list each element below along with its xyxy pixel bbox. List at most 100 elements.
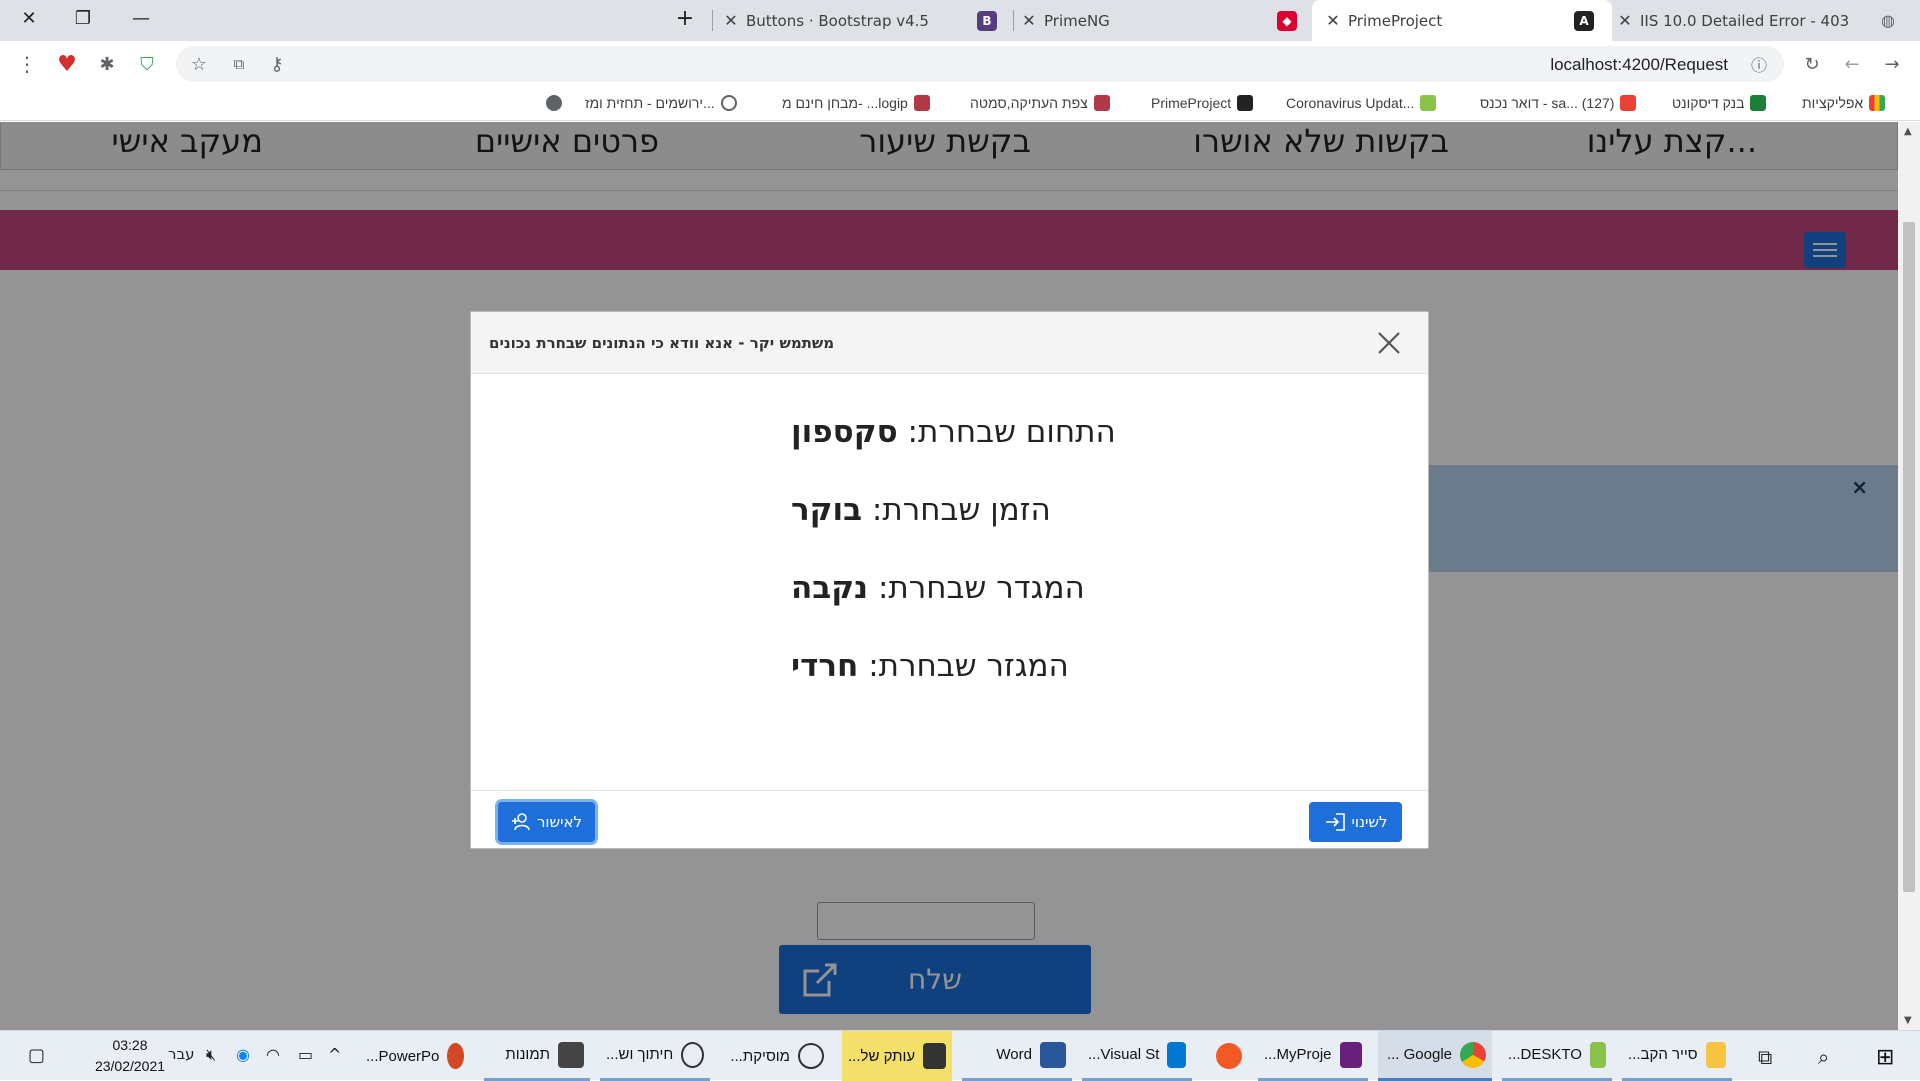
word-icon <box>1040 1041 1066 1068</box>
chrome-icon <box>1460 1041 1486 1068</box>
taskbar-music[interactable]: מוסיקת... <box>722 1031 830 1081</box>
confirm-button-label: לאישור <box>536 813 583 831</box>
shield-icon <box>913 95 930 111</box>
back-arrow-icon[interactable]: → <box>1877 49 1907 79</box>
gmail-icon <box>1620 95 1637 111</box>
add-user-icon <box>511 813 530 831</box>
taskbar-label: DESKTO... <box>1508 1046 1582 1063</box>
search-icon[interactable]: ⌕ <box>1818 1045 1829 1069</box>
detail-label: המגדר שבחרת: <box>877 570 1085 606</box>
close-window-icon[interactable]: ✕ <box>6 0 52 36</box>
bookmark-item[interactable]: אפליקציות <box>1802 95 1886 111</box>
tab-close-icon[interactable]: ✕ <box>722 11 740 30</box>
restore-window-icon[interactable]: ❐ <box>60 0 106 36</box>
minimize-window-icon[interactable]: — <box>118 0 164 36</box>
tab-bootstrap[interactable]: ✕ Buttons · Bootstrap v4.5 B <box>722 0 1012 41</box>
taskbar-word[interactable]: Word <box>962 1031 1072 1081</box>
bookmark-label: Coronavirus Updat... <box>1286 95 1415 111</box>
bookmark-label: PrimeProject <box>1151 95 1232 111</box>
confirm-button[interactable]: לאישור <box>498 802 595 842</box>
windows-taskbar: ▢ 03:28 23/02/2021 עבר 🔇︎ ◉ ◠ ▭ ^ PowerP… <box>0 1030 1920 1081</box>
bookmark-star-icon[interactable]: ☆ <box>184 49 214 79</box>
change-button[interactable]: לשינוי <box>1309 802 1402 842</box>
tab-primeproject[interactable]: ✕ PrimeProject A <box>1312 0 1612 41</box>
primeng-icon: ◆ <box>1277 10 1297 31</box>
detail-label: התחום שבחרת: <box>907 414 1116 450</box>
powerpoint-icon <box>447 1043 464 1069</box>
bookmark-item[interactable] <box>546 95 562 111</box>
tab-close-icon[interactable]: ✕ <box>1324 11 1342 30</box>
taskbar-photos[interactable]: תמונות <box>484 1031 590 1081</box>
page-scrollbar[interactable]: ▲ ▼ <box>1898 122 1920 1030</box>
detail-label: המגזר שבחרת: <box>868 648 1069 684</box>
confirmation-dialog: משתמש יקר - אנא וודא כי הנתונים שבחרת נכ… <box>470 311 1429 849</box>
taskbar-chrome[interactable]: Google ... <box>1378 1031 1492 1081</box>
apps-grid-icon <box>1869 95 1886 111</box>
tab-close-icon[interactable]: ✕ <box>1020 11 1038 30</box>
detail-value: נקבה <box>791 570 869 606</box>
dialog-footer: לאישור לשינוי <box>471 790 1428 850</box>
coronavirus-icon <box>1420 95 1437 111</box>
task-view-icon[interactable]: ⧉ <box>1758 1045 1772 1069</box>
menu-kebab-icon[interactable]: ⋮ <box>12 49 42 79</box>
bookmark-label: בנק דיסקונט <box>1672 95 1745 111</box>
taskbar-powerpoint[interactable]: PowerPo... <box>360 1031 470 1081</box>
scroll-down-icon[interactable]: ▼ <box>1904 1015 1912 1026</box>
address-bar[interactable]: ☆ ⧉ ⚷ localhost:4200/Request ⓘ <box>176 46 1784 82</box>
new-tab-icon[interactable]: + <box>662 0 708 36</box>
notifications-icon[interactable]: ▢ <box>28 1045 45 1066</box>
bookmark-item[interactable]: ירושמים - תחזית ומז... <box>585 95 737 111</box>
change-button-label: לשינוי <box>1351 813 1388 831</box>
scroll-up-icon[interactable]: ▲ <box>1904 126 1912 137</box>
bookmark-item[interactable]: מבחן חינם מ- ...logip <box>782 95 930 111</box>
bookmark-item[interactable]: PrimeProject <box>1151 95 1254 111</box>
globe-icon: ◍ <box>1881 11 1895 30</box>
volume-muted-icon[interactable]: 🔇︎ <box>206 1045 216 1065</box>
key-icon[interactable]: ⚷ <box>262 49 292 79</box>
tab-close-icon[interactable]: ✕ <box>1616 11 1634 30</box>
show-hidden-icons-icon[interactable]: ^ <box>328 1045 341 1064</box>
taskbar-label: Word <box>996 1046 1032 1063</box>
scroll-thumb[interactable] <box>1903 222 1915 892</box>
taskbar-snip[interactable]: חיתוך וש... <box>600 1031 710 1081</box>
shield-check-icon[interactable]: ⛉ <box>132 49 162 79</box>
translate-icon[interactable]: ⧉ <box>224 49 254 79</box>
bookmark-item[interactable]: בנק דיסקונט <box>1672 95 1767 111</box>
bookmark-label: צפת העתיקה,סמטה <box>970 95 1088 111</box>
close-icon[interactable] <box>1376 330 1402 356</box>
bookmark-label: ירושמים - תחזית ומז... <box>585 95 715 111</box>
taskbar-file-explorer[interactable]: סייר הקב... <box>1622 1031 1732 1081</box>
shield-icon <box>1093 95 1110 111</box>
reload-icon[interactable]: ↻ <box>1797 49 1827 79</box>
detail-label: הזמן שבחרת: <box>871 492 1051 528</box>
site-info-icon[interactable]: ⓘ <box>1744 49 1774 79</box>
battery-icon[interactable]: ▭ <box>298 1045 313 1064</box>
grammarly-icon[interactable]: ◉ <box>236 1045 250 1064</box>
tab-title: PrimeNG <box>1044 11 1110 30</box>
url-text[interactable]: localhost:4200/Request <box>1550 55 1728 75</box>
tab-primeng[interactable]: ✕ PrimeNG ◆ <box>1020 0 1310 41</box>
taskbar-visual-studio[interactable]: MyProje... <box>1258 1031 1368 1081</box>
sign-in-icon <box>1325 813 1345 831</box>
windows-start-icon[interactable]: ⊞ <box>1876 1045 1894 1070</box>
extensions-puzzle-icon[interactable]: ✱ <box>92 49 122 79</box>
bookmark-item[interactable]: דואר נכנס - sa... (127) <box>1480 95 1637 111</box>
tab-iis-error[interactable]: ✕ IIS 10.0 Detailed Error - 403.14 - ◍ <box>1616 0 1906 41</box>
extension-heart-icon[interactable]: ♥ <box>52 49 82 79</box>
bookmark-item[interactable]: Coronavirus Updat... <box>1286 95 1437 111</box>
tab-title: IIS 10.0 Detailed Error - 403.14 - <box>1640 11 1850 30</box>
bookmark-label: אפליקציות <box>1802 95 1864 111</box>
bookmark-item[interactable]: צפת העתיקה,סמטה <box>970 95 1110 111</box>
language-indicator[interactable]: עבר <box>168 1045 195 1063</box>
taskbar-app[interactable] <box>1202 1031 1248 1081</box>
wifi-icon[interactable]: ◠ <box>266 1045 280 1064</box>
detail-value: חרדי <box>791 648 859 684</box>
browser-toolbar: ⋮ ♥ ✱ ⛉ ☆ ⧉ ⚷ localhost:4200/Request ⓘ ↻… <box>0 41 1920 87</box>
taskbar-video-copy[interactable]: עותק של... <box>842 1031 952 1081</box>
taskbar-vscode[interactable]: Visual St... <box>1082 1031 1192 1081</box>
snip-icon <box>681 1041 704 1068</box>
detail-value: סקספון <box>791 414 898 450</box>
taskbar-label: תמונות <box>505 1046 550 1063</box>
forward-arrow-icon[interactable]: ← <box>1837 49 1867 79</box>
taskbar-desktop-app[interactable]: DESKTO... <box>1502 1031 1612 1081</box>
